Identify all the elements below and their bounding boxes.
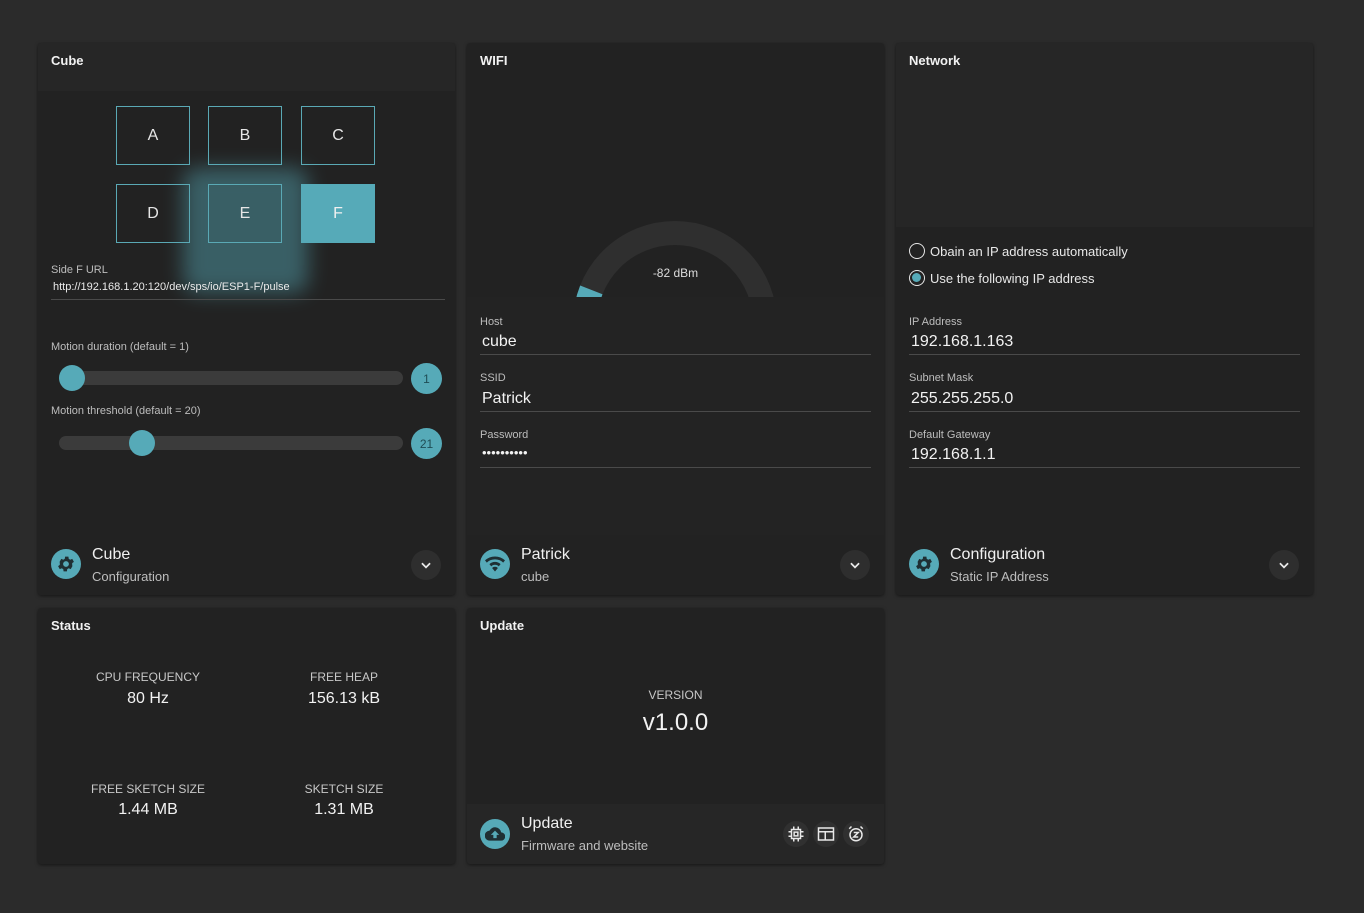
browser-window-icon[interactable] [813,821,839,847]
cube-card-header [38,43,455,91]
host-input[interactable]: cube [480,333,871,355]
chip-icon[interactable] [783,821,809,847]
chevron-down-icon [1279,562,1289,569]
motion-threshold-label: Motion threshold (default = 20) [51,405,201,417]
network-card-title: Network [909,53,961,68]
subnet-mask-input[interactable]: 255.255.255.0 [909,390,1300,412]
free-heap-value: 156.13 kB [307,690,381,707]
cpu-frequency-label: CPU FREQUENCY [95,670,200,684]
chevron-down-icon [421,562,431,569]
ssid-input[interactable]: Patrick [480,390,871,412]
radio-auto-ip[interactable] [909,243,925,259]
sleep-alarm-icon[interactable] [843,821,869,847]
side-button-d[interactable]: D [116,184,190,243]
side-button-c[interactable]: C [301,106,375,165]
chevron-down-icon [850,562,860,569]
status-card: Status CPU FREQUENCY 80 Hz FREE HEAP 156… [38,608,455,864]
side-button-b[interactable]: B [208,106,282,165]
status-card-title: Status [51,618,91,633]
update-footer-title: Update [521,815,573,832]
password-label: Password [480,429,529,441]
wifi-expand-button[interactable] [840,550,870,580]
ip-address-label: IP Address [909,316,962,328]
radio-static-ip[interactable] [909,270,925,286]
side-button-a[interactable]: A [116,106,190,165]
default-gateway-input[interactable]: 192.168.1.1 [909,446,1300,468]
side-button-e[interactable]: E [208,184,282,243]
cube-card-title: Cube [51,53,84,68]
radio-auto-ip-label[interactable]: Obain an IP address automatically [930,244,1128,259]
network-card: Network Obain an IP address automaticall… [896,43,1313,595]
radio-static-ip-label[interactable]: Use the following IP address [930,271,1095,286]
gear-icon [909,549,939,579]
cube-expand-button[interactable] [411,550,441,580]
sketch-size-value: 1.31 MB [314,801,374,818]
network-footer-title: Configuration [950,546,1046,563]
default-gateway-label: Default Gateway [909,429,991,441]
cube-card: Cube A B C D E F Side F URL http://192.1… [38,43,455,595]
password-input[interactable]: •••••••••• [480,445,871,468]
motion-threshold-thumb[interactable] [128,430,155,456]
update-footer-subtitle: Firmware and website [521,838,649,853]
side-url-label: Side F URL [51,264,108,276]
wifi-footer-subtitle: cube [521,569,550,584]
cpu-frequency-value: 80 Hz [127,690,169,707]
wifi-icon [480,549,510,579]
wifi-card: WIFI -82 dBm Host cube SSID Patrick Pass… [467,43,884,595]
wifi-card-title: WIFI [480,53,508,68]
motion-duration-label: Motion duration (default = 1) [51,341,189,353]
network-footer-subtitle: Static IP Address [950,569,1049,584]
subnet-mask-label: Subnet Mask [909,372,974,384]
free-sketch-size-label: FREE SKETCH SIZE [90,782,206,796]
update-card-title: Update [480,618,525,633]
motion-duration-track[interactable] [59,371,403,385]
version-value: v1.0.0 [642,709,709,736]
signal-value: -82 dBm [652,266,699,280]
sketch-size-label: SKETCH SIZE [304,782,384,796]
wifi-footer-title: Patrick [521,546,570,563]
cloud-upload-icon [480,819,510,849]
host-label: Host [480,316,503,328]
cube-footer-title: Cube [92,546,131,563]
ssid-label: SSID [480,372,506,384]
gear-icon [51,549,81,579]
motion-duration-thumb[interactable] [59,365,85,391]
motion-threshold-track[interactable] [59,436,403,450]
network-card-header [896,43,1313,227]
update-card: Update VERSION v1.0.0 Update Firmware an… [467,608,884,864]
free-heap-label: FREE HEAP [309,670,378,684]
motion-threshold-value: 21 [411,428,442,459]
version-label: VERSION [648,688,703,702]
side-button-f[interactable]: F [301,184,375,243]
network-expand-button[interactable] [1269,550,1299,580]
ip-address-input[interactable]: 192.168.1.163 [909,333,1300,355]
motion-duration-value: 1 [411,363,442,394]
cube-footer-subtitle: Configuration [92,569,170,584]
free-sketch-size-value: 1.44 MB [118,801,178,818]
side-url-input[interactable]: http://192.168.1.20:120/dev/sps/io/ESP1-… [51,277,445,300]
